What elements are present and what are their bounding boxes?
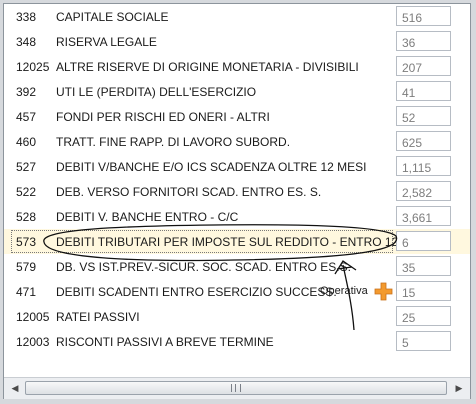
list-item[interactable]: 460 TRATT. FINE RAPP. DI LAVORO SUBORD. 62… (4, 129, 470, 154)
accounts-list: 338 CAPITALE SOCIALE 516 348 RISERVA LEGALE 3… (4, 4, 470, 377)
account-description: RISERVA LEGALE (56, 35, 157, 49)
account-description: DEBITI TRIBUTARI PER IMPOSTE SUL REDDITO… (56, 235, 431, 249)
plus-icon[interactable] (374, 282, 393, 301)
amount-field[interactable]: 6 (396, 231, 451, 251)
account-description: DEBITI V/BANCHE E/O ICS SCADENZA OLTRE 1… (56, 160, 367, 174)
account-code: 460 (16, 135, 37, 149)
amount-field[interactable]: 41 (396, 81, 451, 101)
account-description: CAPITALE SOCIALE (56, 10, 169, 24)
amount-field[interactable]: 35 (396, 256, 451, 276)
account-code: 527 (16, 160, 37, 174)
list-item[interactable]: 573 DEBITI TRIBUTARI PER IMPOSTE SUL REDD… (4, 229, 470, 254)
account-description: RISCONTI PASSIVI A BREVE TERMINE (56, 335, 274, 349)
amount-field[interactable]: 516 (396, 6, 451, 26)
account-code: 12003 (16, 335, 50, 349)
account-description: DEBITI SCADENTI ENTRO ESERCIZIO SUCCESS. (56, 285, 337, 299)
grip-icon (231, 384, 241, 392)
amount-field[interactable]: 207 (396, 56, 451, 76)
amount-field[interactable]: 3,661 (396, 206, 451, 226)
operativa-label: Operativa (320, 285, 368, 297)
amount-field[interactable]: 625 (396, 131, 451, 151)
amount-field[interactable]: 15 (396, 281, 451, 301)
account-code: 12005 (16, 310, 50, 324)
scroll-right-arrow-icon[interactable]: ▶ (452, 381, 466, 395)
account-code: 573 (16, 235, 37, 249)
account-description: ALTRE RISERVE DI ORIGINE MONETARIA - DIV… (56, 60, 359, 74)
account-code: 12025 (16, 60, 50, 74)
scrollbar-thumb[interactable] (25, 381, 447, 395)
list-item[interactable]: 528 DEBITI V. BANCHE ENTRO - C/C 3,661 (4, 204, 470, 229)
horizontal-scrollbar[interactable]: ◀ ▶ (4, 377, 470, 399)
account-description: UTI LE (PERDITA) DELL'ESERCIZIO (56, 85, 257, 99)
list-item[interactable]: 392 UTI LE (PERDITA) DELL'ESERCIZIO 41 (4, 79, 470, 104)
list-item[interactable]: 348 RISERVA LEGALE 36 (4, 29, 470, 54)
list-item[interactable]: 457 FONDI PER RISCHI ED ONERI - ALTRI 52 (4, 104, 470, 129)
account-code: 579 (16, 260, 37, 274)
account-description: RATEI PASSIVI (56, 310, 140, 324)
account-description: FONDI PER RISCHI ED ONERI - ALTRI (56, 110, 270, 124)
amount-field[interactable]: 2,582 (396, 181, 451, 201)
account-code: 457 (16, 110, 37, 124)
list-item[interactable]: 12005 RATEI PASSIVI 25 (4, 304, 470, 329)
account-code: 392 (16, 85, 37, 99)
list-item[interactable]: 12003 RISCONTI PASSIVI A BREVE TERMINE 5 (4, 329, 470, 354)
account-code: 522 (16, 185, 37, 199)
list-item[interactable]: 471 DEBITI SCADENTI ENTRO ESERCIZIO SUCCE… (4, 279, 470, 304)
account-code: 528 (16, 210, 37, 224)
account-description: DEBITI V. BANCHE ENTRO - C/C (56, 210, 239, 224)
scroll-left-arrow-icon[interactable]: ◀ (8, 381, 22, 395)
amount-field[interactable]: 5 (396, 331, 451, 351)
account-description: DEB. VERSO FORNITORI SCAD. ENTRO ES. S. (56, 185, 322, 199)
amount-field[interactable]: 1,115 (396, 156, 451, 176)
amount-field[interactable]: 36 (396, 31, 451, 51)
list-item[interactable]: 522 DEB. VERSO FORNITORI SCAD. ENTRO ES. … (4, 179, 470, 204)
list-item[interactable]: 579 DB. VS IST.PREV.-SICUR. SOC. SCAD. EN… (4, 254, 470, 279)
list-item[interactable]: 527 DEBITI V/BANCHE E/O ICS SCADENZA OLTR… (4, 154, 470, 179)
list-item[interactable]: 338 CAPITALE SOCIALE 516 (4, 4, 470, 29)
amount-field[interactable]: 25 (396, 306, 451, 326)
account-code: 348 (16, 35, 37, 49)
account-description: DB. VS IST.PREV.-SICUR. SOC. SCAD. ENTRO… (56, 260, 351, 274)
list-item[interactable]: 12025 ALTRE RISERVE DI ORIGINE MONETARIA … (4, 54, 470, 79)
account-code: 338 (16, 10, 37, 24)
accounts-list-panel: 338 CAPITALE SOCIALE 516 348 RISERVA LEGALE 3… (3, 3, 471, 399)
account-code: 471 (16, 285, 37, 299)
amount-field[interactable]: 52 (396, 106, 451, 126)
account-description: TRATT. FINE RAPP. DI LAVORO SUBORD. (56, 135, 291, 149)
